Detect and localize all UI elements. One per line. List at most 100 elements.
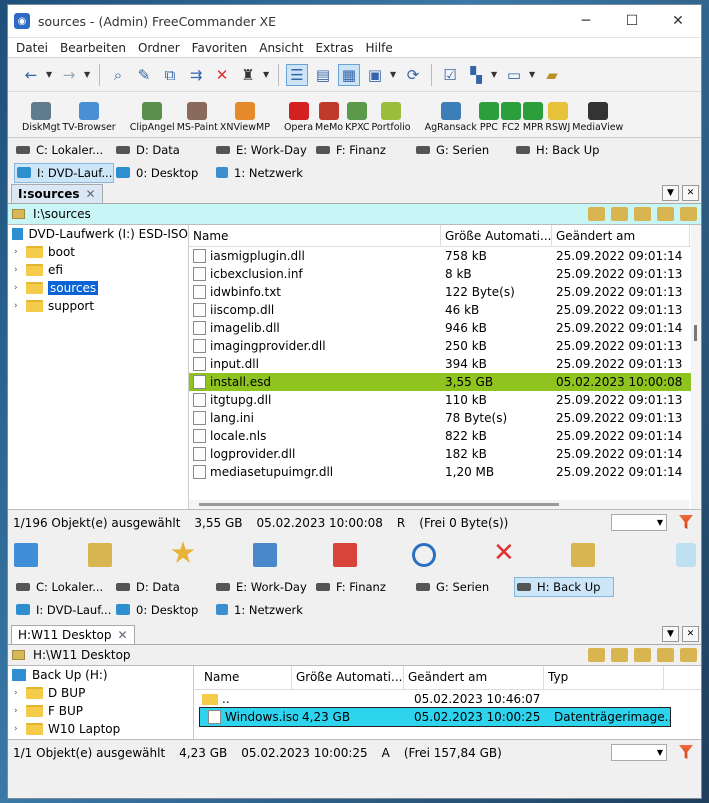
window-dropdown-icon[interactable]: ▼ — [529, 70, 537, 79]
tree-node[interactable]: › D BUP — [8, 684, 193, 702]
maximize-button[interactable]: ☐ — [609, 5, 655, 37]
table-row[interactable]: iasmigplugin.dll 758 kB 25.09.2022 09:01:1… — [189, 247, 701, 265]
column-name[interactable]: Name — [194, 666, 292, 689]
delete-icon[interactable]: ✕ — [211, 64, 233, 86]
drive-i[interactable]: I: DVD-Lauf... — [14, 162, 114, 183]
list-view-icon[interactable]: ▦ — [338, 63, 360, 86]
table-row[interactable]: imagelib.dll 946 kB 25.09.2022 09:01:14 — [189, 319, 701, 337]
path-bar-top[interactable]: I:\sources — [8, 204, 701, 224]
tool-fc2[interactable]: FC2 — [500, 102, 521, 133]
table-row[interactable]: icbexclusion.inf 8 kB 25.09.2022 09:01:13 — [189, 265, 701, 283]
tool-memo[interactable]: MeMo — [315, 102, 343, 133]
drive-f[interactable]: F: Finanz — [314, 140, 414, 160]
expand-icon[interactable]: › — [14, 283, 24, 293]
drive-d[interactable]: D: Data — [114, 140, 214, 160]
history-icon[interactable] — [588, 207, 605, 221]
table-row[interactable]: .. 05.02.2023 10:46:07 — [194, 690, 701, 708]
favorite-folder-icon[interactable] — [611, 207, 628, 221]
column-size[interactable]: Größe Automati... — [441, 225, 552, 246]
drive-1[interactable]: 1: Netzwerk — [214, 600, 314, 620]
parent-folder-icon[interactable] — [634, 648, 651, 662]
drive-e[interactable]: E: Work-Day — [214, 577, 314, 597]
tool-mediaview[interactable]: MediaView — [572, 102, 623, 133]
tab-sources[interactable]: I:sources ✕ — [11, 184, 103, 203]
filter-icon[interactable] — [679, 745, 693, 759]
edit-icon[interactable]: ✎ — [133, 64, 155, 86]
table-row[interactable]: Windows.iso 4,23 GB 05.02.2023 10:00:25 Dat… — [199, 707, 671, 727]
expand-icon[interactable]: › — [14, 688, 24, 698]
drive-d[interactable]: D: Data — [114, 577, 214, 597]
tab-w11-desktop[interactable]: H:W11 Desktop ✕ — [11, 625, 135, 644]
folder-menu-icon[interactable] — [680, 207, 697, 221]
search-icon[interactable]: ⌕ — [107, 64, 129, 86]
expand-icon[interactable]: › — [14, 265, 24, 275]
folder-menu-icon[interactable] — [680, 648, 697, 662]
menu-bearbeiten[interactable]: Bearbeiten — [54, 41, 132, 55]
tree-node[interactable]: › support — [8, 297, 188, 315]
forward-icon[interactable]: → — [58, 64, 80, 86]
sync-icon[interactable]: ⟳ — [402, 64, 424, 86]
back-icon[interactable]: ← — [20, 64, 42, 86]
column-size[interactable]: Größe Automati... — [292, 666, 404, 689]
forward-dropdown-icon[interactable]: ▼ — [84, 70, 92, 79]
drive-g[interactable]: G: Serien — [414, 140, 514, 160]
tool-portfolio[interactable]: Portfolio — [372, 102, 411, 133]
drive-i[interactable]: I: DVD-Lauf... — [14, 600, 114, 620]
menu-favoriten[interactable]: Favoriten — [186, 41, 254, 55]
window-icon[interactable]: ▭ — [503, 64, 525, 86]
table-row[interactable]: lang.ini 78 Byte(s) 25.09.2022 09:01:13 — [189, 409, 701, 427]
filter-icon[interactable] — [679, 515, 693, 529]
copy-icon[interactable]: ⧉ — [159, 64, 181, 86]
tool-clipangel[interactable]: ClipAngel — [130, 102, 175, 133]
minimize-button[interactable]: ─ — [563, 5, 609, 37]
expand-icon[interactable]: › — [14, 247, 24, 257]
tree-node[interactable]: › F BUP — [8, 702, 193, 720]
tree-node[interactable]: › boot — [8, 243, 188, 261]
checklist-icon[interactable]: ☑ — [439, 64, 461, 86]
swap-panels-icon[interactable] — [14, 543, 38, 567]
menu-ansicht[interactable]: Ansicht — [253, 41, 309, 55]
back-dropdown-icon[interactable]: ▼ — [46, 70, 54, 79]
tree-view-icon[interactable]: ☰ — [286, 63, 308, 86]
root-folder-icon[interactable] — [657, 207, 674, 221]
favorites-star-icon[interactable] — [171, 541, 195, 563]
table-row[interactable]: iiscomp.dll 46 kB 25.09.2022 09:01:13 — [189, 301, 701, 319]
tab-close-icon[interactable]: ✕ — [118, 628, 128, 642]
grid-dropdown-icon[interactable]: ▼ — [491, 70, 499, 79]
tab-close-icon[interactable]: ✕ — [86, 187, 96, 201]
table-row[interactable]: input.dll 394 kB 25.09.2022 09:01:13 — [189, 355, 701, 373]
column-date[interactable]: Geändert am — [552, 225, 690, 246]
tab-dropdown-icon[interactable]: ▼ — [662, 185, 679, 201]
root-folder-icon[interactable] — [657, 648, 674, 662]
move-icon[interactable]: ⇉ — [185, 64, 207, 86]
drive-f[interactable]: F: Finanz — [314, 577, 414, 597]
history-icon[interactable] — [588, 648, 605, 662]
folder-compare-icon[interactable] — [88, 543, 112, 567]
search-large-icon[interactable] — [412, 543, 436, 567]
menu-datei[interactable]: Datei — [10, 41, 54, 55]
filter-combo[interactable]: ▼ — [611, 514, 667, 531]
copy-file-icon[interactable] — [253, 543, 277, 567]
panel-close-icon[interactable]: ✕ — [682, 626, 699, 642]
expand-icon[interactable]: › — [14, 724, 24, 734]
drive-h[interactable]: H: Back Up — [514, 140, 614, 160]
tool-mpr[interactable]: MPR — [523, 102, 543, 133]
drive-0[interactable]: 0: Desktop — [114, 163, 214, 183]
delete-large-icon[interactable]: ✕ — [493, 540, 517, 566]
details-view-icon[interactable]: ▤ — [312, 64, 334, 86]
table-row[interactable]: idwbinfo.txt 122 Byte(s) 25.09.2022 09:01:… — [189, 283, 701, 301]
script-icon[interactable]: ▰ — [541, 64, 563, 86]
drive-g[interactable]: G: Serien — [414, 577, 514, 597]
column-date[interactable]: Geändert am — [404, 666, 544, 689]
expand-icon[interactable]: › — [14, 301, 24, 311]
table-row[interactable]: install.esd 3,55 GB 05.02.2023 10:00:08 — [189, 373, 701, 391]
drive-0[interactable]: 0: Desktop — [114, 600, 214, 620]
tab-dropdown-icon[interactable]: ▼ — [662, 626, 679, 642]
drive-e[interactable]: E: Work-Day — [214, 140, 314, 160]
expand-icon[interactable]: › — [14, 706, 24, 716]
drive-h[interactable]: H: Back Up — [514, 576, 614, 597]
tree-node[interactable]: › efi — [8, 261, 188, 279]
tool-kpxc[interactable]: KPXC — [345, 102, 370, 133]
table-row[interactable]: imagingprovider.dll 250 kB 25.09.2022 09:0… — [189, 337, 701, 355]
table-row[interactable]: logprovider.dll 182 kB 25.09.2022 09:01:14 — [189, 445, 701, 463]
